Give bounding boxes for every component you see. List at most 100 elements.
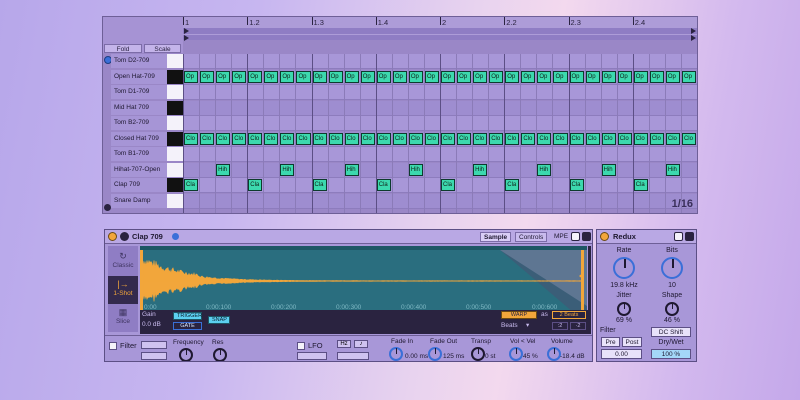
midi-note[interactable]: Op [248,70,263,83]
post-button[interactable]: Post [622,337,642,347]
dc-shift-button[interactable]: DC Shift [651,327,691,337]
row-name[interactable]: Tom D1-709 [111,85,167,99]
midi-note[interactable]: Hih [216,163,231,176]
piano-key[interactable] [167,147,183,161]
filter-toggle[interactable] [109,342,117,350]
midi-note[interactable]: Clo [344,132,359,145]
midi-note[interactable]: Cla [505,179,520,191]
lfo-rate-field[interactable] [337,352,369,360]
midi-note[interactable]: Op [360,70,375,83]
midi-note[interactable]: Cla [184,179,199,191]
volume-knob[interactable] [547,347,561,361]
vol-vel-knob[interactable] [509,347,523,361]
row-name[interactable]: Open Hat-709 [111,69,167,84]
midi-note[interactable]: Op [537,70,552,83]
midi-note[interactable]: Hih [537,163,552,176]
lfo-toggle[interactable] [297,342,305,350]
midi-note[interactable]: Cla [569,179,584,191]
midi-note[interactable]: Clo [569,132,584,145]
midi-note[interactable]: Op [296,70,311,83]
loop-end-marker[interactable] [691,28,696,34]
midi-note[interactable]: Op [392,70,407,83]
midi-note[interactable]: Clo [328,132,343,145]
loop-start-marker[interactable] [184,28,189,34]
row-name[interactable]: Snare Damp [111,193,167,208]
midi-note[interactable]: Clo [392,132,407,145]
midi-note[interactable]: Clo [585,132,600,145]
shape-knob[interactable] [665,302,679,316]
midi-note[interactable]: Clo [408,132,423,145]
tab-sample[interactable]: Sample [480,232,512,242]
piano-key[interactable] [167,193,183,208]
simpler-title-bar[interactable]: Clap 709 Sample Controls MPE [105,230,592,244]
device-power-icon[interactable] [108,232,117,241]
midi-note[interactable]: Op [521,70,536,83]
halve-tempo-button[interactable]: :2 [552,322,568,330]
midi-note[interactable]: Clo [232,132,247,145]
row-name[interactable]: Tom B2-709 [111,116,167,130]
device-power-icon[interactable] [600,232,609,241]
midi-note[interactable]: Hih [408,163,423,176]
snap-button[interactable]: SNAP [208,316,230,324]
piano-key[interactable] [167,85,183,99]
midi-note[interactable]: Op [617,70,632,83]
row-name[interactable]: Clap 709 [111,178,167,192]
midi-note[interactable]: Hih [280,163,295,176]
sync-note-button[interactable]: ♪ [354,340,368,348]
midi-note[interactable]: Op [681,70,696,83]
midi-note[interactable]: Op [328,70,343,83]
device-menu-icon[interactable] [582,232,591,241]
midi-note[interactable]: Clo [200,132,215,145]
midi-note[interactable]: Clo [633,132,648,145]
row-name[interactable]: Closed Hat 709 [111,131,167,146]
transpose-knob[interactable] [471,347,485,361]
midi-note[interactable]: Op [649,70,664,83]
midi-note[interactable]: Op [633,70,648,83]
warp-mode-select[interactable]: Beats [501,322,518,329]
loop-brace[interactable] [183,28,697,34]
midi-note[interactable]: Hih [665,163,680,176]
gain-value[interactable]: 0.0 dB [142,321,161,328]
midi-note[interactable]: Op [569,70,584,83]
frequency-knob[interactable] [179,348,193,361]
midi-note[interactable]: Op [441,70,456,83]
grid-zoom-label[interactable]: 1/16 [672,198,693,210]
piano-key[interactable] [167,100,183,115]
midi-note[interactable]: Clo [505,132,520,145]
row-name[interactable]: Hihat-707-Open [111,162,167,177]
device-menu-icon[interactable] [685,232,694,241]
end-handle[interactable] [581,250,584,310]
midi-note[interactable]: Op [216,70,231,83]
midi-note[interactable]: Clo [665,132,680,145]
midi-note[interactable]: Clo [360,132,375,145]
midi-note[interactable]: Op [376,70,391,83]
piano-key[interactable] [167,69,183,84]
jitter-knob[interactable] [617,302,631,316]
midi-note[interactable]: Clo [553,132,568,145]
start-handle[interactable] [140,250,143,310]
midi-note[interactable]: Clo [296,132,311,145]
midi-note[interactable]: Clo [521,132,536,145]
warp-button[interactable]: WARP [501,311,537,319]
midi-note[interactable]: Op [424,70,439,83]
midi-note[interactable]: Cla [441,179,456,191]
midi-note[interactable]: Op [601,70,616,83]
piano-key[interactable] [167,116,183,130]
gate-button[interactable]: GATE [173,322,202,330]
midi-note[interactable]: Clo [376,132,391,145]
chevron-down-icon[interactable]: ▾ [526,321,529,329]
midi-note[interactable]: Clo [649,132,664,145]
midi-note[interactable]: Op [585,70,600,83]
double-tempo-button[interactable]: ·2 [570,322,586,330]
midi-note[interactable]: Cla [248,179,263,191]
midi-note[interactable]: Clo [248,132,263,145]
row-name[interactable]: Mid Hat 709 [111,100,167,115]
midi-note[interactable]: Op [408,70,423,83]
midi-note[interactable]: Op [344,70,359,83]
tab-mpe[interactable]: MPE [551,232,571,242]
mode-one-shot[interactable]: |→ 1-Shot [108,276,138,304]
tab-controls[interactable]: Controls [515,232,548,242]
row-name[interactable]: Tom D2-709 [111,54,167,68]
fade-out-knob[interactable] [428,347,442,361]
end-marker[interactable] [691,35,696,41]
